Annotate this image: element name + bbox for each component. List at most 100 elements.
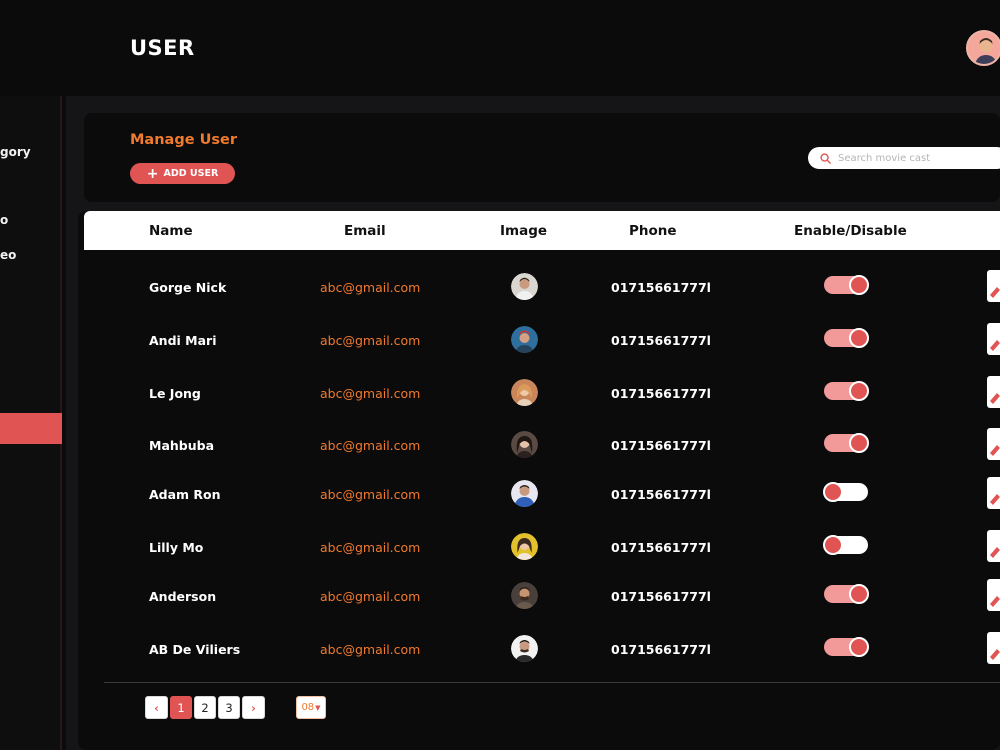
- user-email[interactable]: abc@gmail.com: [320, 642, 420, 657]
- pencil-icon: [990, 547, 1000, 558]
- user-photo-icon: [511, 480, 538, 507]
- sidebar-item-category[interactable]: gory: [0, 145, 31, 159]
- per-page-value: 08: [301, 702, 315, 713]
- user-phone: 01715661777l: [611, 642, 711, 657]
- user-photo-icon: [511, 582, 538, 609]
- pencil-icon: [990, 596, 1000, 607]
- toggle-knob: [849, 275, 869, 295]
- user-photo: [511, 533, 538, 560]
- user-email[interactable]: abc@gmail.com: [320, 386, 420, 401]
- user-phone: 01715661777l: [611, 280, 711, 295]
- user-photo: [511, 273, 538, 300]
- user-email[interactable]: abc@gmail.com: [320, 333, 420, 348]
- edit-button[interactable]: [987, 376, 1000, 408]
- pencil-icon: [990, 445, 1000, 456]
- enable-toggle[interactable]: [824, 433, 869, 453]
- top-bar: USER: [0, 0, 1000, 96]
- user-email[interactable]: abc@gmail.com: [320, 589, 420, 604]
- edit-button[interactable]: [987, 579, 1000, 611]
- search-bar[interactable]: [808, 147, 1000, 169]
- user-photo: [511, 582, 538, 609]
- user-name: Lilly Mo: [149, 540, 204, 555]
- avatar[interactable]: [966, 30, 1000, 66]
- search-input[interactable]: [838, 152, 998, 164]
- table-row: Lilly Mo abc@gmail.com 01715661777l: [84, 528, 1000, 568]
- user-avatar-icon: [968, 32, 1000, 64]
- search-icon: [820, 152, 831, 164]
- user-email[interactable]: abc@gmail.com: [320, 487, 420, 502]
- user-phone: 01715661777l: [611, 386, 711, 401]
- user-email[interactable]: abc@gmail.com: [320, 540, 420, 555]
- plus-icon: +: [146, 165, 159, 182]
- pencil-icon: [990, 649, 1000, 660]
- sidebar-item-users-active[interactable]: [0, 413, 62, 444]
- next-page-button[interactable]: ›: [242, 696, 265, 719]
- page-1-button[interactable]: 1: [170, 696, 192, 719]
- user-photo: [511, 379, 538, 406]
- table-row: Adam Ron abc@gmail.com 01715661777l: [84, 475, 1000, 515]
- table-row: Anderson abc@gmail.com 01715661777l: [84, 577, 1000, 617]
- enable-toggle[interactable]: [824, 275, 869, 295]
- prev-page-button[interactable]: ‹: [145, 696, 168, 719]
- edit-button[interactable]: [987, 632, 1000, 664]
- edit-button[interactable]: [987, 323, 1000, 355]
- user-email[interactable]: abc@gmail.com: [320, 438, 420, 453]
- enable-toggle[interactable]: [824, 637, 869, 657]
- per-page-select[interactable]: 08 ▼: [296, 696, 326, 719]
- user-photo-icon: [511, 273, 538, 300]
- user-photo-icon: [511, 379, 538, 406]
- table-row: Andi Mari abc@gmail.com 01715661777l: [84, 321, 1000, 361]
- add-user-label: ADD USER: [163, 168, 219, 179]
- toggle-knob: [849, 584, 869, 604]
- user-photo-icon: [511, 635, 538, 662]
- table-row: Le Jong abc@gmail.com 01715661777l: [84, 374, 1000, 414]
- pencil-icon: [990, 340, 1000, 351]
- user-phone: 01715661777l: [611, 333, 711, 348]
- user-name: Anderson: [149, 589, 217, 604]
- user-name: Gorge Nick: [149, 280, 227, 295]
- edit-button[interactable]: [987, 428, 1000, 460]
- column-header-phone[interactable]: Phone: [629, 223, 677, 239]
- sidebar-item-2[interactable]: o: [0, 213, 8, 227]
- user-email[interactable]: abc@gmail.com: [320, 280, 420, 295]
- table-divider: [104, 682, 1000, 683]
- user-name: AB De Viliers: [149, 642, 241, 657]
- enable-toggle[interactable]: [824, 584, 869, 604]
- edit-button[interactable]: [987, 270, 1000, 302]
- column-header-name[interactable]: Name: [149, 223, 193, 239]
- edit-button[interactable]: [987, 477, 1000, 509]
- sidebar: gory o eo: [0, 96, 62, 750]
- user-photo: [511, 326, 538, 353]
- user-phone: 01715661777l: [611, 438, 711, 453]
- user-photo: [511, 431, 538, 458]
- column-header-email[interactable]: Email: [344, 223, 386, 239]
- user-photo-icon: [511, 533, 538, 560]
- user-photo-icon: [511, 431, 538, 458]
- user-name: Mahbuba: [149, 438, 215, 453]
- user-phone: 01715661777l: [611, 487, 711, 502]
- sidebar-item-video[interactable]: eo: [0, 248, 16, 262]
- page-title: USER: [130, 36, 195, 60]
- user-photo: [511, 635, 538, 662]
- pencil-icon: [990, 287, 1000, 298]
- caret-down-icon: ▼: [315, 703, 321, 712]
- add-user-button[interactable]: + ADD USER: [130, 163, 235, 184]
- user-phone: 01715661777l: [611, 540, 711, 555]
- enable-toggle[interactable]: [823, 535, 868, 555]
- enable-toggle[interactable]: [824, 328, 869, 348]
- edit-button[interactable]: [987, 530, 1000, 562]
- table-row: Mahbuba abc@gmail.com 01715661777l: [84, 426, 1000, 466]
- user-photo: [511, 480, 538, 507]
- user-photo-icon: [511, 326, 538, 353]
- toggle-knob: [823, 482, 843, 502]
- column-header-image[interactable]: Image: [500, 223, 547, 239]
- toggle-knob: [849, 381, 869, 401]
- page-3-button[interactable]: 3: [218, 696, 240, 719]
- enable-toggle[interactable]: [824, 381, 869, 401]
- page-2-button[interactable]: 2: [194, 696, 216, 719]
- toggle-knob: [849, 637, 869, 657]
- column-header-enable-disable[interactable]: Enable/Disable: [794, 223, 907, 239]
- user-name: Andi Mari: [149, 333, 217, 348]
- enable-toggle[interactable]: [823, 482, 868, 502]
- manage-user-title: Manage User: [130, 132, 237, 148]
